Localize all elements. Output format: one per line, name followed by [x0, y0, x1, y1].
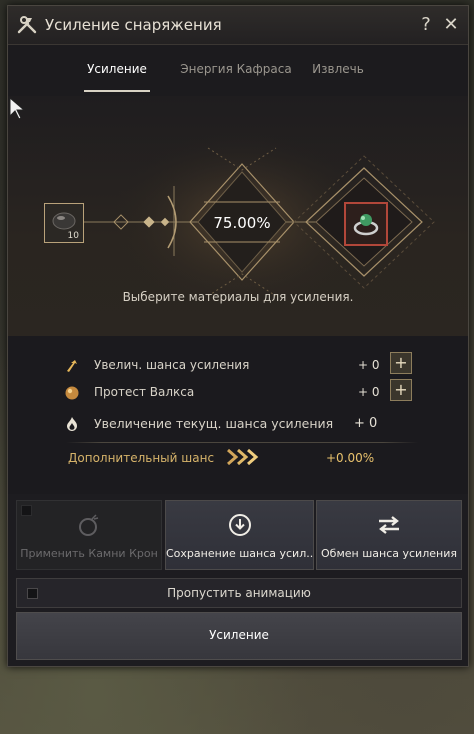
- ring-icon: [353, 214, 379, 236]
- stat-value-chance-boost: + 0: [358, 358, 380, 372]
- materials-hint: Выберите материалы для усиления.: [122, 290, 354, 304]
- enhance-button[interactable]: Усиление: [16, 612, 462, 660]
- stats-divider: [66, 442, 418, 443]
- exchange-chance-button[interactable]: Обмен шанса усиления: [316, 500, 462, 570]
- double-chevron-icon: [227, 448, 259, 466]
- enhance-button-label: Усиление: [209, 628, 269, 642]
- apply-cron-stones-button[interactable]: Применить Камни Крон: [16, 500, 162, 570]
- material-slot[interactable]: 10: [44, 203, 84, 243]
- extra-chance-label: Дополнительный шанс: [68, 451, 215, 465]
- skip-animation-label: Пропустить анимацию: [167, 586, 311, 600]
- add-chance-boost-button[interactable]: +: [390, 352, 412, 374]
- success-chance: 75.00%: [213, 214, 271, 232]
- exchange-chance-label: Обмен шанса усиления: [321, 547, 457, 560]
- enhancement-window: Усиление снаряжения ? ✕ Усиление Энергия…: [7, 5, 469, 667]
- valks-orb-icon: [65, 386, 79, 400]
- skip-animation-row[interactable]: Пропустить анимацию: [16, 578, 462, 608]
- target-item-slot[interactable]: [344, 202, 388, 246]
- tab-active-indicator: [84, 90, 150, 92]
- close-button[interactable]: ✕: [440, 14, 462, 36]
- add-valks-button[interactable]: +: [390, 379, 412, 401]
- tab-extract[interactable]: Извлечь: [303, 62, 373, 76]
- enhancement-stage: 10 75.00% Выберите материалы для усилени…: [8, 96, 468, 336]
- stat-label: Увелич. шанса усиления: [94, 358, 250, 372]
- actions-panel: Применить Камни Крон Сохранение шанса ус…: [8, 494, 468, 666]
- help-button[interactable]: ?: [416, 14, 436, 36]
- arrow-up-icon: [67, 360, 77, 372]
- mouse-cursor-icon: [9, 96, 26, 120]
- stat-value-current-chance: + 0: [354, 416, 378, 431]
- hammer-wrench-icon: [17, 16, 37, 34]
- save-down-icon: [228, 514, 251, 536]
- save-chance-label: Сохранение шанса усил...: [166, 547, 313, 560]
- save-chance-button[interactable]: Сохранение шанса усил...: [165, 500, 314, 570]
- window-title: Усиление снаряжения: [45, 16, 222, 34]
- cron-stone-icon: [79, 514, 99, 536]
- title-bar[interactable]: Усиление снаряжения ? ✕: [8, 6, 468, 45]
- stats-panel: Увелич. шанса усиления + 0 + Протест Вал…: [8, 336, 468, 494]
- stat-value-valks: + 0: [358, 385, 380, 399]
- swap-arrows-icon: [379, 516, 399, 534]
- extra-chance-value: +0.00%: [326, 451, 375, 465]
- stat-label: Увеличение текущ. шанса усиления: [94, 416, 334, 431]
- tab-bar: Усиление Энергия Кафраса Извлечь: [8, 46, 468, 96]
- stat-label: Протест Валкса: [94, 385, 195, 399]
- tab-cron-energy[interactable]: Энергия Кафраса: [176, 62, 296, 76]
- material-count: 10: [67, 231, 79, 241]
- apply-cron-stones-label: Применить Камни Крон: [20, 547, 158, 560]
- tab-enhance[interactable]: Усиление: [84, 62, 150, 76]
- flame-icon: [67, 417, 77, 431]
